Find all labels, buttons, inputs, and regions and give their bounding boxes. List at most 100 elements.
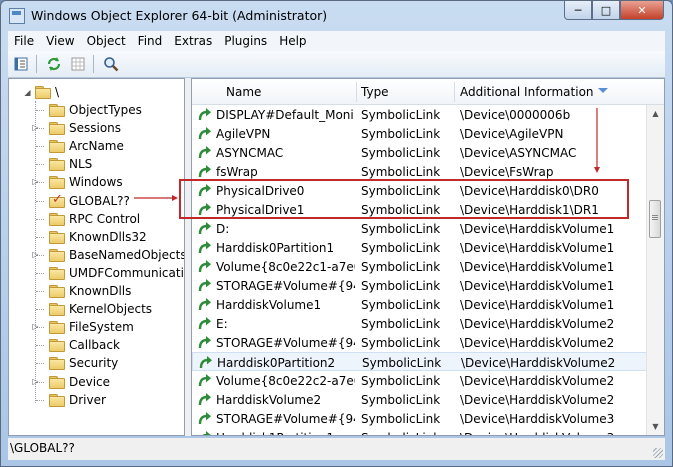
- table-row[interactable]: ASYNCMAC SymbolicLink \Device\ASYNCMAC: [192, 143, 648, 162]
- tree-root[interactable]: ◢ \: [23, 83, 59, 101]
- table-row[interactable]: Harddisk0Partition2 SymbolicLink \Device\H…: [192, 352, 648, 371]
- table-row[interactable]: AgileVPN SymbolicLink \Device\AgileVPN: [192, 124, 648, 143]
- resize-grip[interactable]: [653, 448, 663, 458]
- menu-file[interactable]: File: [8, 34, 40, 48]
- tree-item-label: KnownDlls: [69, 284, 132, 298]
- column-header-filler: [648, 79, 664, 105]
- menu-object[interactable]: Object: [81, 34, 132, 48]
- tree-item[interactable]: Windows: [49, 173, 123, 191]
- tree-guide-line: [36, 272, 44, 274]
- cell-type: SymbolicLink: [361, 240, 441, 255]
- row-name: Harddisk1Partition1: [216, 431, 334, 436]
- menu-extras[interactable]: Extras: [168, 34, 218, 48]
- object-tree[interactable]: ◢ \ ObjectTypes ▷ Sessions ArcName NLS ▷ Windo…: [8, 78, 185, 436]
- column-header-info[interactable]: Additional Information: [455, 79, 648, 105]
- cell-name: HarddiskVolume1: [198, 295, 355, 314]
- tree-item[interactable]: Sessions: [49, 119, 121, 137]
- cell-type: SymbolicLink: [361, 259, 441, 274]
- cell-name: Harddisk1Partition1: [198, 428, 355, 436]
- symbolic-link-icon: [198, 183, 211, 196]
- folder-icon: [49, 158, 65, 172]
- tree-item-label: KnownDlls32: [69, 229, 147, 244]
- table-row[interactable]: Harddisk1Partition1 SymbolicLink \Device\H…: [192, 428, 648, 436]
- column-header-type[interactable]: Type: [357, 79, 455, 105]
- folder-icon: [49, 321, 65, 335]
- properties-button[interactable]: [10, 54, 32, 74]
- menu-find[interactable]: Find: [132, 34, 169, 48]
- collapse-icon[interactable]: ◢: [23, 88, 32, 97]
- table-row[interactable]: fsWrap SymbolicLink \Device\FsWrap: [192, 162, 648, 181]
- menu-help[interactable]: Help: [273, 34, 312, 48]
- table-row[interactable]: Volume{8c0e22c1-a7e0... SymbolicLink \Devi…: [192, 257, 648, 276]
- table-row[interactable]: STORAGE#Volume#{94... SymbolicLink \Device…: [192, 333, 648, 352]
- status-path: \GLOBAL??: [10, 441, 75, 455]
- tree-item-label: Callback: [69, 338, 120, 353]
- tree-item-label: FileSystem: [69, 320, 134, 335]
- cell-type: SymbolicLink: [361, 202, 441, 217]
- find-button[interactable]: [100, 54, 122, 74]
- tree-item[interactable]: NLS: [49, 155, 92, 173]
- cell-info: \Device\HarddiskVolume2: [460, 335, 615, 350]
- row-name: Volume{8c0e22c2-a7e0...: [216, 373, 355, 388]
- symbolic-link-icon: [198, 411, 211, 424]
- tree-item[interactable]: BaseNamedObjects: [49, 246, 184, 264]
- cell-info: \Device\FsWrap: [460, 164, 554, 179]
- scroll-thumb[interactable]: [649, 200, 661, 238]
- row-name: Volume{8c0e22c1-a7e0...: [216, 259, 355, 274]
- expand-icon[interactable]: ▷: [31, 322, 40, 331]
- object-list[interactable]: Name Type Additional Information DISPLAY…: [191, 78, 665, 436]
- tree-item[interactable]: Callback: [49, 336, 120, 354]
- expand-icon[interactable]: ▷: [31, 123, 40, 132]
- table-row[interactable]: STORAGE#Volume#{94... SymbolicLink \Device…: [192, 409, 648, 428]
- title-bar[interactable]: Windows Object Explorer 64-bit (Administ…: [1, 1, 672, 31]
- tree-item[interactable]: Security: [49, 354, 118, 372]
- tree-item[interactable]: ObjectTypes: [49, 101, 142, 119]
- table-row[interactable]: E: SymbolicLink \Device\HarddiskVolume2: [192, 314, 648, 333]
- tree-item[interactable]: Driver: [49, 391, 106, 409]
- cell-name: Volume{8c0e22c2-a7e0...: [198, 371, 355, 390]
- table-row[interactable]: DISPLAY#Default_Moni... SymbolicLink \Devi…: [192, 105, 648, 124]
- tree-item[interactable]: ArcName: [49, 137, 124, 155]
- tree-item[interactable]: KnownDlls: [49, 282, 131, 300]
- symbolic-link-icon: [198, 240, 211, 253]
- close-button[interactable]: ✕: [620, 1, 664, 20]
- cell-info: \Device\ASYNCMAC: [460, 145, 577, 160]
- vertical-scrollbar[interactable]: ▲ ▼: [646, 105, 664, 435]
- tree-item[interactable]: KernelObjects: [49, 300, 152, 318]
- minimize-button[interactable]: ─: [564, 1, 592, 20]
- table-row[interactable]: PhysicalDrive0 SymbolicLink \Device\Harddi…: [192, 181, 648, 200]
- table-row[interactable]: STORAGE#Volume#{94... SymbolicLink \Device…: [192, 276, 648, 295]
- tree-item[interactable]: RPC Control: [49, 210, 140, 228]
- row-name: PhysicalDrive1: [216, 202, 305, 217]
- tree-item-label: Driver: [69, 392, 106, 407]
- expand-icon[interactable]: ▷: [31, 250, 40, 259]
- column-header-name[interactable]: Name: [192, 79, 357, 105]
- maximize-button[interactable]: □: [592, 1, 620, 20]
- tree-item[interactable]: ✓ GLOBAL??: [49, 192, 130, 210]
- tree-item[interactable]: FileSystem: [49, 318, 134, 336]
- tree-guide-line: [36, 200, 44, 202]
- cell-type: SymbolicLink: [361, 373, 441, 388]
- expand-icon[interactable]: ▷: [31, 177, 40, 186]
- refresh-button[interactable]: [43, 54, 65, 74]
- tree-item[interactable]: UMDFCommunicatio: [49, 264, 184, 282]
- tree-item-label: ArcName: [69, 139, 124, 154]
- cell-name: STORAGE#Volume#{94...: [198, 409, 355, 428]
- menu-plugins[interactable]: Plugins: [218, 34, 273, 48]
- expand-icon[interactable]: ▷: [31, 377, 40, 386]
- table-row[interactable]: PhysicalDrive1 SymbolicLink \Device\Harddi…: [192, 200, 648, 219]
- tree-guide-line: [36, 236, 44, 238]
- table-row[interactable]: Volume{8c0e22c2-a7e0... SymbolicLink \Devi…: [192, 371, 648, 390]
- table-row[interactable]: HarddiskVolume1 SymbolicLink \Device\Hardd…: [192, 295, 648, 314]
- scroll-up-icon[interactable]: ▲: [647, 105, 664, 122]
- table-row[interactable]: D: SymbolicLink \Device\HarddiskVolume1: [192, 219, 648, 238]
- cell-name: PhysicalDrive0: [198, 181, 355, 200]
- scroll-down-icon[interactable]: ▼: [647, 418, 664, 435]
- tree-item[interactable]: KnownDlls32: [49, 228, 147, 246]
- grid-view-button[interactable]: [67, 54, 89, 74]
- folder-icon: [49, 339, 65, 353]
- tree-item[interactable]: Device: [49, 373, 110, 391]
- table-row[interactable]: Harddisk0Partition1 SymbolicLink \Device\H…: [192, 238, 648, 257]
- table-row[interactable]: HarddiskVolume2 SymbolicLink \Device\Hardd…: [192, 390, 648, 409]
- menu-view[interactable]: View: [40, 34, 80, 48]
